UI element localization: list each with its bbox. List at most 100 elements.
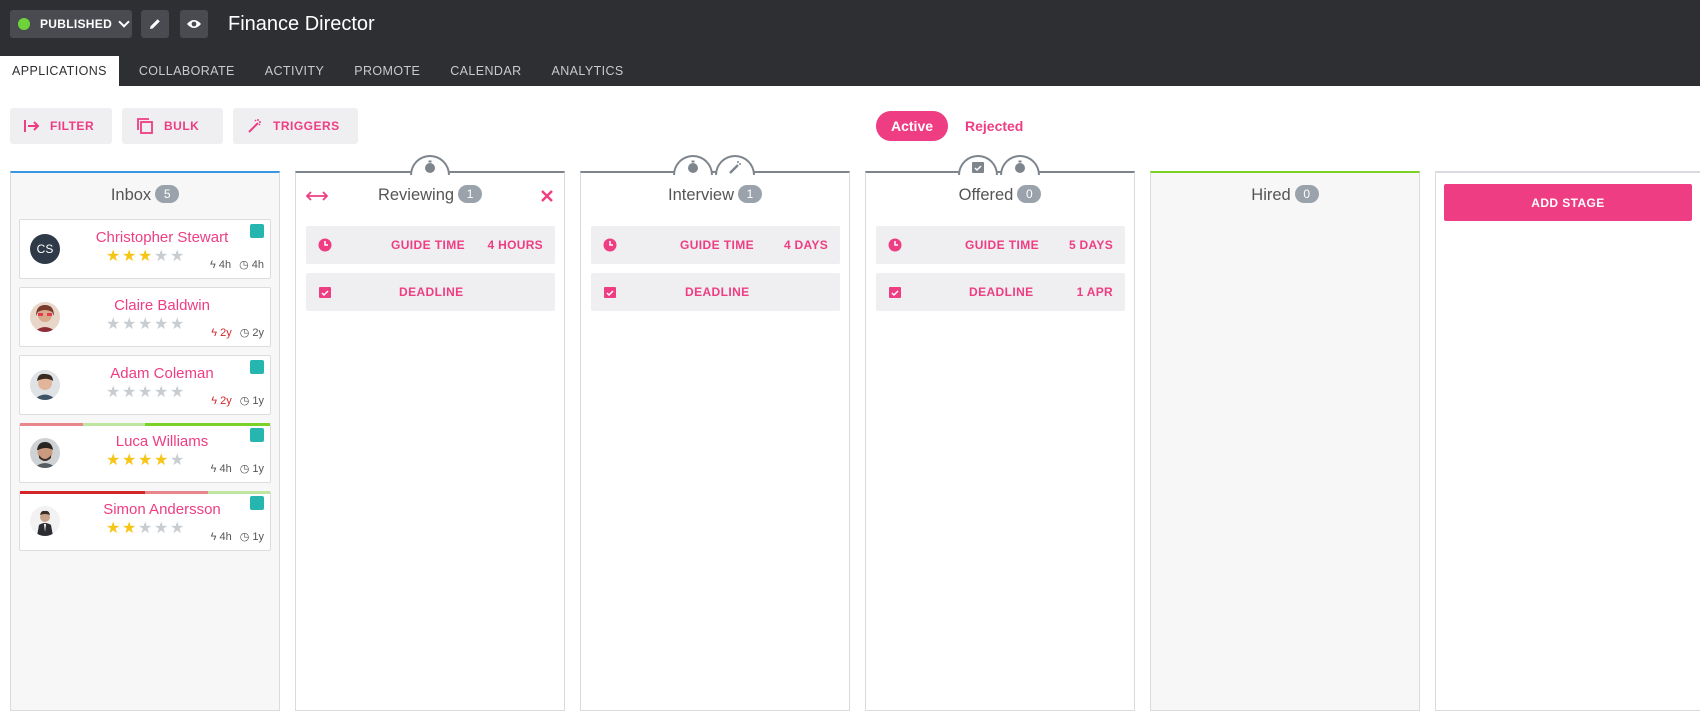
star-icon[interactable]: ★ bbox=[170, 317, 186, 333]
candidate-name[interactable]: Claire Baldwin bbox=[60, 297, 264, 314]
guide-time-label: GUIDE TIME bbox=[391, 238, 466, 252]
guide-time-row[interactable]: GUIDE TIME 4 DAYS bbox=[591, 226, 840, 264]
filter-button[interactable]: FILTER bbox=[10, 108, 112, 144]
candidate-age: 4h bbox=[251, 258, 264, 271]
stopwatch-icon[interactable] bbox=[1000, 155, 1040, 175]
avatar bbox=[30, 506, 60, 536]
stopwatch-icon[interactable] bbox=[410, 155, 450, 175]
active-filter-toggle[interactable]: Active bbox=[876, 111, 949, 141]
star-icon[interactable]: ★ bbox=[154, 385, 170, 401]
star-icon[interactable]: ★ bbox=[106, 453, 122, 469]
calendar-check-icon[interactable] bbox=[958, 155, 998, 175]
magic-wand-icon[interactable] bbox=[715, 155, 755, 175]
star-icon[interactable]: ★ bbox=[106, 385, 122, 401]
deadline-row[interactable]: DEADLINE 1 APR bbox=[876, 273, 1125, 311]
stage-column-reviewing: Reviewing 1 GUIDE TIME 4 HOURS DEADLINE bbox=[295, 155, 565, 711]
deadline-label: DEADLINE bbox=[399, 285, 464, 299]
candidate-card[interactable]: Adam Coleman ★ ★ ★ ★ ★ ϟ 2y ◷ 1y bbox=[19, 355, 271, 415]
guide-time-label: GUIDE TIME bbox=[965, 238, 1040, 252]
star-icon[interactable]: ★ bbox=[106, 521, 122, 537]
star-icon[interactable]: ★ bbox=[170, 453, 186, 469]
preview-button[interactable] bbox=[180, 10, 208, 38]
deadline-row[interactable]: DEADLINE bbox=[306, 273, 555, 311]
rejected-filter-toggle[interactable]: Rejected bbox=[950, 111, 1038, 141]
tab-calendar[interactable]: CALENDAR bbox=[438, 56, 533, 86]
candidate-card[interactable]: Luca Williams ★ ★ ★ ★ ★ ϟ 4h ◷ 1y bbox=[19, 423, 271, 483]
filter-label: FILTER bbox=[50, 119, 95, 133]
star-icon[interactable]: ★ bbox=[106, 317, 122, 333]
candidate-card[interactable]: Claire Baldwin ★ ★ ★ ★ ★ ϟ 2y ◷ 2y bbox=[19, 287, 271, 347]
star-icon[interactable]: ★ bbox=[154, 249, 170, 265]
clock-icon bbox=[603, 238, 617, 252]
star-icon[interactable]: ★ bbox=[170, 385, 186, 401]
clock-icon: ◷ bbox=[239, 395, 250, 407]
star-icon[interactable]: ★ bbox=[106, 249, 122, 265]
candidate-name[interactable]: Adam Coleman bbox=[60, 365, 264, 382]
star-icon[interactable]: ★ bbox=[154, 317, 170, 333]
edit-button[interactable] bbox=[141, 10, 169, 38]
stage-count-badge: 1 bbox=[458, 185, 483, 203]
tab-activity[interactable]: ACTIVITY bbox=[253, 56, 336, 86]
candidate-name[interactable]: Luca Williams bbox=[60, 433, 264, 450]
star-icon[interactable]: ★ bbox=[138, 249, 154, 265]
guide-time-row[interactable]: GUIDE TIME 5 DAYS bbox=[876, 226, 1125, 264]
star-rating[interactable]: ★ ★ ★ ★ ★ bbox=[106, 385, 186, 401]
add-stage-button[interactable]: ADD STAGE bbox=[1444, 184, 1692, 221]
candidate-meta: ϟ 4h ◷ 4h bbox=[209, 258, 264, 272]
job-title: Finance Director bbox=[228, 13, 375, 35]
star-icon[interactable]: ★ bbox=[154, 521, 170, 537]
star-rating[interactable]: ★ ★ ★ ★ ★ bbox=[106, 521, 186, 537]
stage-count-badge: 5 bbox=[155, 185, 180, 203]
candidate-name[interactable]: Christopher Stewart bbox=[60, 229, 264, 246]
tab-promote[interactable]: PROMOTE bbox=[342, 56, 432, 86]
star-rating[interactable]: ★ ★ ★ ★ ★ bbox=[106, 317, 186, 333]
deadline-row[interactable]: DEADLINE bbox=[591, 273, 840, 311]
star-icon[interactable]: ★ bbox=[122, 385, 138, 401]
star-rating[interactable]: ★ ★ ★ ★ ★ bbox=[106, 453, 186, 469]
tab-analytics[interactable]: ANALYTICS bbox=[540, 56, 636, 86]
star-icon[interactable]: ★ bbox=[122, 453, 138, 469]
star-icon[interactable]: ★ bbox=[138, 521, 154, 537]
score-bar bbox=[20, 423, 270, 426]
star-icon[interactable]: ★ bbox=[170, 521, 186, 537]
avatar bbox=[30, 438, 60, 468]
candidate-name[interactable]: Simon Andersson bbox=[60, 501, 264, 518]
tab-applications[interactable]: APPLICATIONS bbox=[0, 56, 119, 86]
profile-badge-icon bbox=[250, 360, 264, 374]
candidate-age: 2y bbox=[252, 326, 264, 339]
stage-column-offered: Offered 0 GUIDE TIME 5 DAYS DEADLINE 1 AP… bbox=[865, 155, 1135, 711]
stage-count-badge: 1 bbox=[738, 185, 763, 203]
guide-time-value: 5 DAYS bbox=[1068, 238, 1113, 252]
tab-collaborate[interactable]: COLLABORATE bbox=[127, 56, 247, 86]
last-activity: 2y bbox=[220, 394, 232, 407]
stage-column-interview: Interview 1 GUIDE TIME 4 DAYS DEADLINE bbox=[580, 155, 850, 711]
candidate-card[interactable]: Simon Andersson ★ ★ ★ ★ ★ ϟ 4h ◷ 1y bbox=[19, 491, 271, 551]
status-dropdown[interactable]: PUBLISHED bbox=[10, 10, 132, 38]
star-icon[interactable]: ★ bbox=[138, 317, 154, 333]
bolt-icon: ϟ bbox=[210, 530, 217, 543]
profile-badge-icon bbox=[250, 496, 264, 510]
stopwatch-icon[interactable] bbox=[673, 155, 713, 175]
star-icon[interactable]: ★ bbox=[122, 317, 138, 333]
guide-time-value: 4 HOURS bbox=[487, 238, 543, 252]
pencil-icon bbox=[150, 19, 160, 29]
profile-badge-icon bbox=[250, 428, 264, 442]
bulk-button[interactable]: BULK bbox=[122, 108, 223, 144]
copy-icon bbox=[137, 118, 153, 134]
star-icon[interactable]: ★ bbox=[122, 521, 138, 537]
triggers-button[interactable]: TRIGGERS bbox=[233, 108, 358, 144]
star-icon[interactable]: ★ bbox=[122, 249, 138, 265]
star-icon[interactable]: ★ bbox=[138, 453, 154, 469]
stage-header: Inbox 5 bbox=[11, 185, 279, 205]
candidate-meta: ϟ 4h ◷ 1y bbox=[211, 462, 264, 476]
candidate-card[interactable]: CS Christopher Stewart ★ ★ ★ ★ ★ ϟ 4h ◷ 4h bbox=[19, 219, 271, 279]
candidate-meta: ϟ 2y ◷ 2y bbox=[211, 326, 264, 340]
clock-icon: ◷ bbox=[239, 327, 250, 339]
star-rating[interactable]: ★ ★ ★ ★ ★ bbox=[106, 249, 186, 265]
bolt-icon: ϟ bbox=[209, 258, 216, 271]
star-icon[interactable]: ★ bbox=[170, 249, 186, 265]
star-icon[interactable]: ★ bbox=[138, 385, 154, 401]
star-icon[interactable]: ★ bbox=[154, 453, 170, 469]
stage-column-hired: Hired 0 bbox=[1150, 171, 1420, 711]
guide-time-row[interactable]: GUIDE TIME 4 HOURS bbox=[306, 226, 555, 264]
